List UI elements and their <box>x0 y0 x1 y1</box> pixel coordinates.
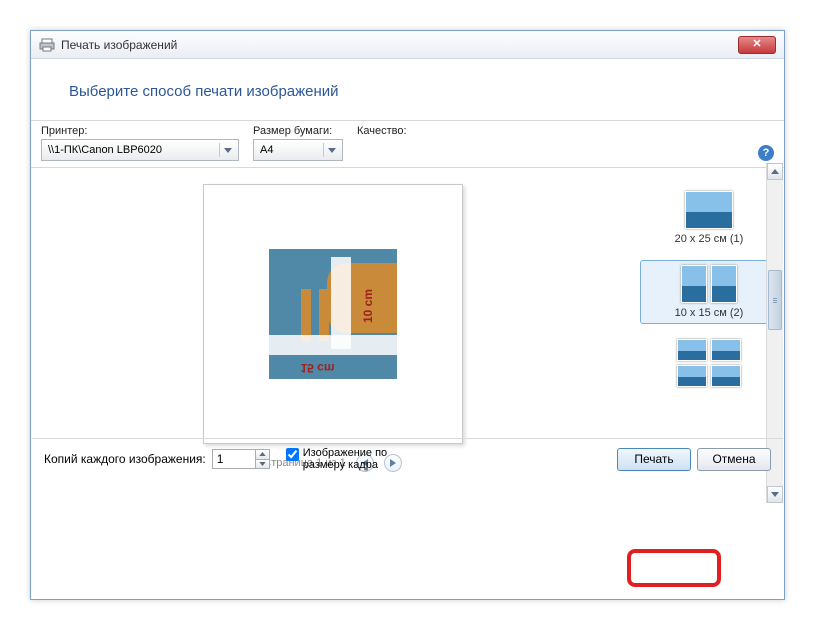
fit-frame-checkbox[interactable] <box>286 448 299 461</box>
printer-value: \\1-ПК\Canon LBP6020 <box>48 144 162 156</box>
chevron-down-icon <box>323 143 339 157</box>
fit-frame-checkbox-label[interactable]: Изображение по размеру кадра <box>286 447 416 471</box>
layout-option-3[interactable] <box>640 334 778 396</box>
help-icon[interactable]: ? <box>758 145 774 161</box>
paper-value: A4 <box>260 144 273 156</box>
close-icon: ✕ <box>752 39 761 50</box>
chevron-down-icon <box>219 143 235 157</box>
layout-caption: 10 x 15 см (2) <box>643 307 775 319</box>
print-dialog: Печать изображений ✕ Выберите способ печ… <box>30 30 785 600</box>
layout-caption: 20 x 25 см (1) <box>643 233 775 245</box>
layout-option-1[interactable]: 20 x 25 см (1) <box>640 186 778 250</box>
close-button[interactable]: ✕ <box>738 36 776 54</box>
layout-list: 20 x 25 см (1) 10 x 15 см (2) <box>634 168 784 480</box>
layout-option-2[interactable]: 10 x 15 см (2) <box>640 260 778 324</box>
preview-image: 15 cm 10 cm <box>269 249 397 379</box>
paper-label: Размер бумаги: <box>253 125 343 137</box>
copies-up-button[interactable] <box>256 450 269 460</box>
preview-paper: 15 cm 10 cm <box>203 184 463 444</box>
printer-combo[interactable]: \\1-ПК\Canon LBP6020 <box>41 139 239 161</box>
copies-input[interactable] <box>213 450 255 468</box>
scroll-up-button[interactable] <box>767 163 783 180</box>
copies-spinner[interactable] <box>212 449 270 469</box>
printer-label: Принтер: <box>41 125 239 137</box>
dim-v-label: 10 cm <box>361 289 375 323</box>
printer-icon <box>39 37 55 53</box>
copies-label: Копий каждого изображения: <box>44 452 206 466</box>
body: 15 cm 10 cm Страница 1 из 1 20 x 25 см (… <box>31 168 784 480</box>
scroll-thumb[interactable] <box>768 270 782 330</box>
preview-area: 15 cm 10 cm Страница 1 из 1 <box>31 168 634 480</box>
paper-combo[interactable]: A4 <box>253 139 343 161</box>
print-button[interactable]: Печать <box>617 448 691 471</box>
copies-down-button[interactable] <box>256 460 269 469</box>
toolbar: Принтер: \\1-ПК\Canon LBP6020 Размер бум… <box>31 120 784 168</box>
titlebar: Печать изображений ✕ <box>31 31 784 59</box>
footer: Копий каждого изображения: Изображение п… <box>32 438 783 479</box>
quality-label: Качество: <box>357 125 407 137</box>
scroll-down-button[interactable] <box>767 486 783 503</box>
page-heading: Выберите способ печати изображений <box>31 59 784 120</box>
dim-h-label: 15 cm <box>301 361 335 375</box>
window-title: Печать изображений <box>61 38 177 52</box>
fit-frame-text: Изображение по размеру кадра <box>303 447 416 471</box>
cancel-button[interactable]: Отмена <box>697 448 771 471</box>
